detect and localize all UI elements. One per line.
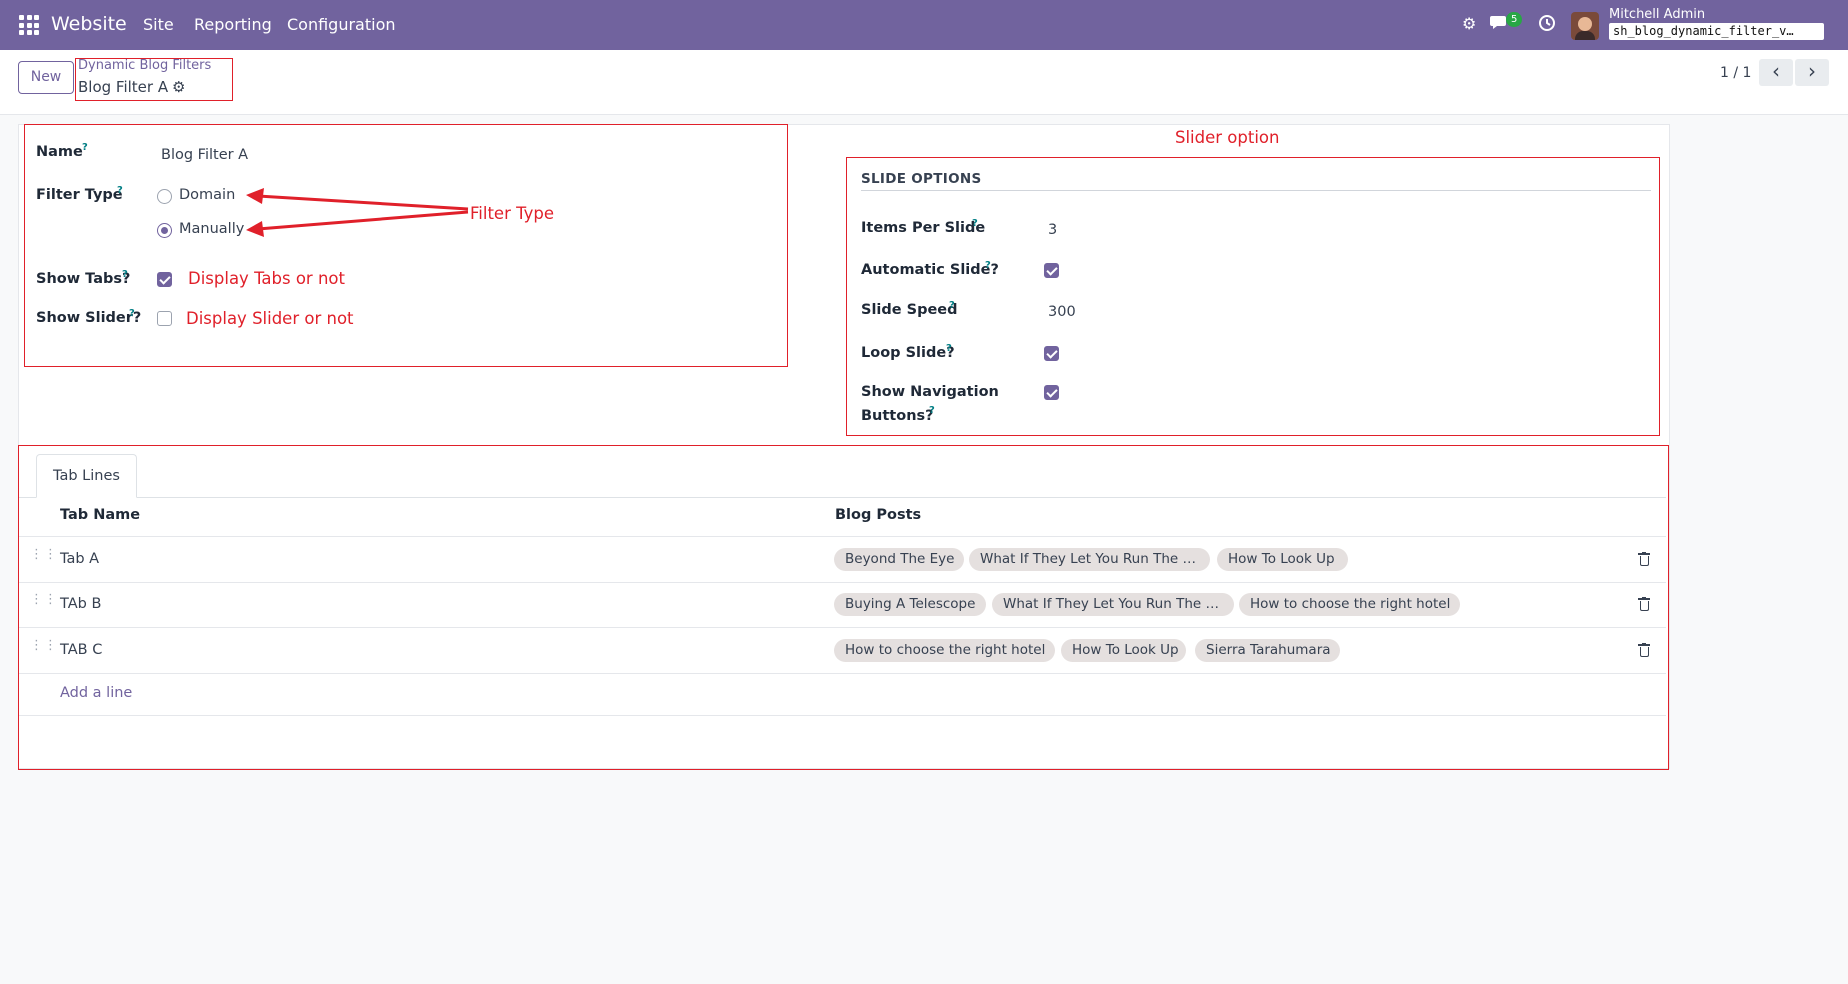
row-divider [19, 582, 1666, 583]
row-divider [19, 673, 1666, 674]
column-blog-posts[interactable]: Blog Posts [835, 507, 921, 523]
main-fields-highlight [24, 124, 788, 367]
breadcrumb-parent[interactable]: Dynamic Blog Filters [78, 58, 211, 73]
pager-value[interactable]: 1 / 1 [1720, 65, 1751, 81]
show-tabs-label: Show Tabs? [36, 271, 131, 287]
clock-icon[interactable] [1538, 14, 1556, 37]
delete-row-icon[interactable] [1638, 643, 1650, 657]
automatic-slide-help-icon[interactable]: ? [985, 260, 991, 271]
tab-name-cell[interactable]: TAb B [60, 596, 101, 612]
name-label: Name [36, 144, 83, 160]
database-name: sh_blog_dynamic_filter_v… [1609, 23, 1824, 40]
blog-post-tag[interactable]: Beyond The Eye [834, 548, 964, 571]
tab-tab-lines[interactable]: Tab Lines [36, 454, 137, 498]
breadcrumb-current: Blog Filter A [78, 78, 169, 96]
user-avatar[interactable] [1571, 12, 1599, 40]
table-header-divider [19, 536, 1666, 537]
show-navigation-label: Show Navigation [861, 384, 999, 400]
loop-slide-help-icon[interactable]: ? [946, 343, 952, 354]
automatic-slide-label: Automatic Slide? [861, 262, 999, 278]
new-button[interactable]: New [18, 61, 74, 94]
column-tab-name[interactable]: Tab Name [60, 507, 140, 523]
items-per-slide-label: Items Per Slide [861, 220, 986, 236]
filter-type-domain-label[interactable]: Domain [179, 187, 235, 203]
blog-post-tag[interactable]: How To Look Up [1061, 639, 1186, 662]
delete-row-icon[interactable] [1638, 552, 1650, 566]
drag-handle-icon[interactable]: ⋮⋮ [30, 548, 57, 565]
slide-options-divider [861, 190, 1651, 191]
blog-post-tag[interactable]: Sierra Tarahumara [1195, 639, 1340, 662]
filter-type-arrows [246, 188, 469, 237]
blog-post-tag[interactable]: Buying A Telescope [834, 593, 986, 616]
show-tabs-checkbox[interactable] [157, 272, 172, 287]
show-slider-checkbox[interactable] [157, 311, 172, 326]
filter-type-annotation: Filter Type [470, 204, 555, 223]
tab-name-cell[interactable]: TAB C [60, 642, 102, 658]
slide-speed-label: Slide Speed [861, 302, 958, 318]
name-help-icon[interactable]: ? [82, 142, 88, 153]
bug-icon[interactable]: ⚙ [1462, 14, 1476, 33]
filter-type-domain-radio[interactable] [157, 189, 172, 204]
drag-handle-icon[interactable]: ⋮⋮ [30, 593, 57, 610]
loop-slide-checkbox[interactable] [1044, 346, 1059, 361]
show-navigation-help-icon[interactable]: ? [929, 405, 935, 416]
show-slider-help-icon[interactable]: ? [129, 308, 135, 319]
filter-type-manually-label[interactable]: Manually [179, 221, 244, 237]
show-slider-label: Show Slider? [36, 310, 142, 326]
menu-reporting[interactable]: Reporting [194, 15, 272, 34]
blog-post-tag[interactable]: What If They Let You Run The … [969, 548, 1210, 571]
show-navigation-label-line2: Buttons? [861, 408, 934, 424]
filter-type-help-icon[interactable]: ? [117, 185, 123, 196]
app-name[interactable]: Website [51, 13, 127, 35]
apps-icon[interactable] [19, 15, 39, 35]
loop-slide-label: Loop Slide? [861, 345, 955, 361]
messages-count-badge: 5 [1506, 12, 1523, 27]
user-name[interactable]: Mitchell Admin [1609, 7, 1705, 22]
blog-post-tag[interactable]: What If They Let You Run The … [992, 593, 1234, 616]
menu-site[interactable]: Site [143, 15, 174, 34]
items-per-slide-help-icon[interactable]: ? [972, 218, 978, 229]
drag-handle-icon[interactable]: ⋮⋮ [30, 639, 57, 656]
automatic-slide-checkbox[interactable] [1044, 263, 1059, 278]
row-divider [19, 627, 1666, 628]
blog-post-tag[interactable]: How to choose the right hotel [1239, 593, 1460, 616]
slider-option-annotation: Slider option [1175, 128, 1280, 147]
table-footer-divider [19, 715, 1666, 716]
menu-configuration[interactable]: Configuration [287, 15, 396, 34]
filter-type-label: Filter Type [36, 187, 123, 203]
show-slider-annotation: Display Slider or not [186, 309, 354, 328]
add-line-link[interactable]: Add a line [60, 685, 132, 701]
blog-post-tag[interactable]: How To Look Up [1217, 548, 1348, 571]
top-navbar: Website Site Reporting Configuration ⚙ 5… [0, 0, 1848, 50]
items-per-slide-field[interactable]: 3 [1048, 222, 1057, 238]
pager-next-button[interactable]: › [1795, 59, 1829, 86]
delete-row-icon[interactable] [1638, 597, 1650, 611]
show-tabs-help-icon[interactable]: ? [122, 269, 128, 280]
slide-options-title: SLIDE OPTIONS [861, 171, 982, 187]
show-navigation-checkbox[interactable] [1044, 385, 1059, 400]
blog-post-tag[interactable]: How to choose the right hotel [834, 639, 1055, 662]
tab-strip-divider [19, 497, 1666, 498]
name-field[interactable]: Blog Filter A [161, 147, 248, 163]
tab-name-cell[interactable]: Tab A [60, 551, 99, 567]
pager-previous-button[interactable]: ‹ [1759, 59, 1793, 86]
filter-type-manually-radio[interactable] [157, 223, 172, 238]
gear-icon[interactable]: ⚙ [172, 78, 185, 96]
control-panel: New Dynamic Blog Filters Blog Filter A ⚙… [0, 50, 1848, 115]
show-tabs-annotation: Display Tabs or not [188, 269, 345, 288]
slide-speed-field[interactable]: 300 [1048, 304, 1076, 320]
slide-speed-help-icon[interactable]: ? [949, 300, 955, 311]
